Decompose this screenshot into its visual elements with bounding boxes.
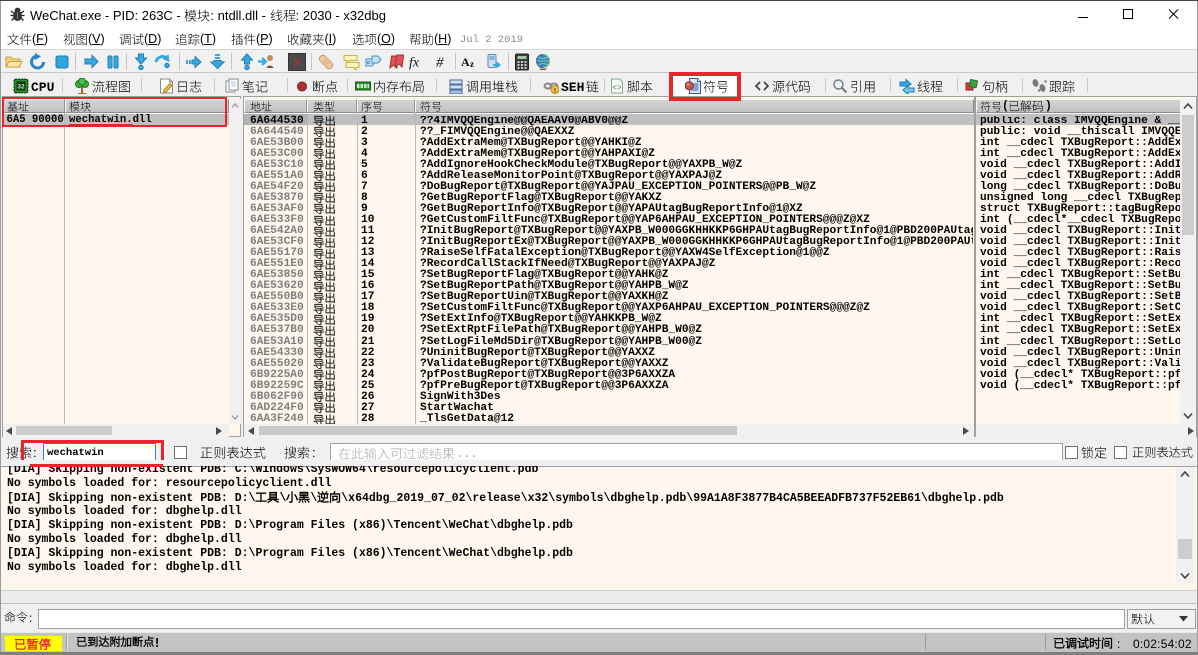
svg-text:32: 32	[17, 84, 25, 91]
svg-text:S: S	[293, 55, 300, 70]
svg-text:A: A	[461, 55, 470, 69]
svg-text:z: z	[470, 59, 474, 69]
svg-text:#: #	[436, 55, 444, 71]
svg-text:fx: fx	[409, 56, 420, 71]
svg-text:<>: <>	[612, 84, 622, 93]
svg-text:!: !	[554, 88, 556, 95]
